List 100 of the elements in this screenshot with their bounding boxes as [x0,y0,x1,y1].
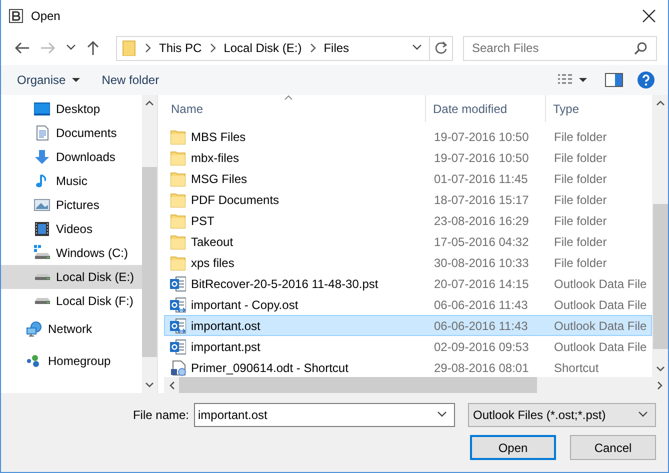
table-cell-text: Outlook Data File [553,340,648,354]
drive-icon [35,298,50,304]
file-name-label: File name: [132,408,189,422]
shortcut-icon [170,360,186,376]
sidebar-item[interactable]: Homegroup [1,345,142,377]
file-row[interactable]: important.ost 06-06-2016 11:43 Outlook Data File [164,315,652,336]
close-icon[interactable] [642,8,656,22]
scroll-left-icon [169,380,175,390]
table-cell-text: Outlook Data File [553,276,648,290]
up-arrow-icon[interactable] [86,40,100,56]
sidebar-item[interactable]: Local Disk (E:) [1,265,142,289]
sidebar-item[interactable]: Windows (C:) [1,241,142,265]
outlook-file-icon [170,276,186,292]
back-arrow-icon[interactable] [14,41,30,55]
chevron-right-icon [208,43,217,53]
column-header[interactable]: Type [546,95,652,122]
preview-pane-icon[interactable] [605,73,623,87]
table-cell-text: File folder [553,130,608,144]
file-row[interactable]: important - Copy.ost 06-06-2016 11:43 Outlook Data File [164,294,652,315]
open-button[interactable]: Open [470,435,556,460]
new-folder-button[interactable]: New folder [98,70,164,90]
table-cell-text: 01-07-2016 11:45 [433,172,529,186]
sidebar-item[interactable]: Music [1,169,142,193]
scroll-up-icon [656,100,664,106]
sidebar-item[interactable]: Local Disk (F:) [1,289,142,313]
scroll-down-icon [145,382,154,388]
picture-icon [34,197,50,213]
file-name-field[interactable]: important.ost [194,403,455,427]
column-header[interactable]: Date modified [426,95,546,122]
file-type-dropdown[interactable]: Outlook Files (*.ost;*.pst) [468,403,656,427]
cancel-button[interactable]: Cancel [570,435,656,460]
file-name: MSG Files [191,172,248,186]
scrollbar-thumb[interactable] [652,204,668,348]
table-cell-text: 17-05-2016 04:32 [433,234,530,248]
app-icon [9,8,23,22]
scrollbar-thumb[interactable] [142,166,157,356]
help-icon[interactable] [637,71,655,89]
file-row[interactable]: xps files 30-08-2016 10:33 File folder [164,252,652,273]
table-cell-text: File folder [553,192,608,206]
folder-icon [170,234,186,250]
search-icon [634,41,648,55]
sort-caret-icon [284,95,293,100]
sidebar-item[interactable]: Downloads [1,145,142,169]
table-cell-text: 18-07-2016 15:17 [433,192,530,206]
file-row[interactable]: MBS Files 19-07-2016 10:50 File folder [164,126,652,147]
sidebar-item[interactable]: Desktop [1,97,142,121]
file-name: MBS Files [191,130,246,144]
scrollbar[interactable] [164,377,668,393]
file-row[interactable]: important.pst 02-09-2016 09:53 Outlook Data File [164,336,652,357]
folder-icon [170,212,186,228]
drive-icon [34,245,50,261]
file-row[interactable]: MSG Files 01-07-2016 11:45 File folder [164,168,652,189]
file-name: mbx-files [191,150,240,164]
breadcrumb[interactable]: Files [324,41,350,55]
scroll-right-icon [657,380,663,390]
file-name: PDF Documents [191,192,280,206]
sidebar-item[interactable]: Videos [1,217,142,241]
sidebar-item[interactable]: Network [1,313,142,345]
table-cell-text: 19-07-2016 10:50 [433,150,530,164]
file-row[interactable]: Takeout 17-05-2016 04:32 File folder [164,231,652,252]
file-name: important.ost [191,318,260,332]
chevron-right-icon [144,43,152,53]
table-cell-text: Outlook Data File [553,318,648,332]
scrollbar[interactable] [652,95,668,377]
breadcrumb[interactable]: Local Disk (E:) [224,41,302,55]
scrollbar[interactable] [142,95,157,393]
folder-icon [170,170,186,186]
breadcrumb[interactable]: This PC [159,41,202,55]
folder-icon [170,192,186,208]
file-row[interactable]: PST 23-08-2016 16:29 File folder [164,210,652,231]
table-cell-text: File folder [553,172,608,186]
table-cell-text: File folder [553,214,608,228]
folder-icon [170,128,186,144]
table-cell-text: File folder [553,256,608,270]
caret-icon [72,78,80,82]
organise-menu-button[interactable]: Organise [13,70,84,90]
table-cell-text: 06-06-2016 11:43 [433,298,529,312]
file-name: Primer_090614.odt - Shortcut [191,360,348,374]
outlook-file-icon [170,296,186,312]
file-row[interactable]: PDF Documents 18-07-2016 15:17 File folder [164,189,652,210]
table-cell-text: 23-08-2016 16:29 [433,214,530,228]
table-cell-text: 19-07-2016 10:50 [433,130,530,144]
file-row[interactable]: BitRecover-20-5-2016 11-48-30.pst 20-07-2016 14:15 Outlook Data File [164,273,652,294]
search-field[interactable]: Search Files [463,36,657,60]
window-title: Open [31,8,60,22]
file-name: Takeout [191,234,234,248]
address-bar[interactable]: This PC Local Disk (E:) Files [116,36,453,60]
scroll-down-icon [656,366,664,372]
scrollbar-thumb[interactable] [179,377,537,393]
refresh-icon[interactable] [434,41,448,55]
caret-icon [579,78,587,82]
file-row[interactable]: Primer_090614.odt - Shortcut 29-08-2016 08:01 Shortcut [164,357,652,378]
download-arrow-icon [34,149,50,165]
table-cell-text: File folder [553,150,608,164]
outlook-file-icon [170,318,186,334]
column-header[interactable]: Name [164,95,426,122]
film-icon [34,221,50,237]
sidebar-item[interactable]: Documents [1,121,142,145]
sidebar-item[interactable]: Pictures [1,193,142,217]
file-row[interactable]: mbx-files 19-07-2016 10:50 File folder [164,147,652,168]
